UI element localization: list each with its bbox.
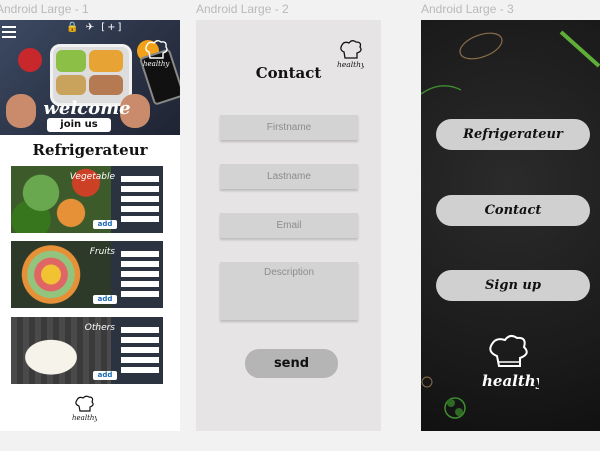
item-lines (121, 327, 159, 377)
add-button[interactable]: add (93, 220, 117, 229)
healthy-logo-icon: healthy (482, 334, 539, 390)
logo-text: healthy (482, 372, 539, 390)
status-icons: 🔒 ✈ [+] (66, 22, 124, 33)
apple-image (18, 48, 42, 72)
healthy-logo-icon: healthy (72, 395, 97, 422)
category-card-fruits[interactable]: Fruits add (11, 241, 163, 308)
menu-icon[interactable] (2, 26, 16, 41)
frame-android-large-3: Refrigerateur Contact Sign up healthy (421, 20, 600, 431)
frame-title-3: Android Large - 3 (421, 2, 514, 16)
lastname-field[interactable]: Lastname (220, 164, 358, 189)
frame-android-large-2: healthy Contact Firstname Lastname Email… (196, 20, 381, 431)
join-us-button[interactable]: join us (47, 118, 111, 132)
frame-title-1: Android Large - 1 (0, 2, 89, 16)
welcome-text: welcome (43, 98, 131, 119)
description-field[interactable]: Description (220, 262, 358, 320)
left-hand-image (6, 94, 36, 128)
food-plate-image (50, 44, 132, 106)
sign-up-button[interactable]: Sign up (436, 270, 590, 301)
firstname-field[interactable]: Firstname (220, 115, 358, 140)
card-label: Others (84, 323, 115, 333)
send-button[interactable]: send (245, 349, 338, 378)
category-card-vegetable[interactable]: Vegetable add (11, 166, 163, 233)
page-title: Contact (255, 64, 322, 82)
frame-android-large-1: 🔒 ✈ [+] healthy welcome join us Refriger… (0, 20, 180, 431)
add-button[interactable]: add (93, 295, 117, 304)
add-button[interactable]: add (93, 371, 117, 380)
logo-text: healthy (72, 414, 97, 422)
refrigerateur-button[interactable]: Refrigerateur (436, 119, 590, 150)
contact-button[interactable]: Contact (436, 195, 590, 226)
card-label: Fruits (89, 247, 115, 257)
item-lines (121, 176, 159, 226)
category-card-others[interactable]: Others add (11, 317, 163, 384)
hero-banner: 🔒 ✈ [+] healthy welcome join us (0, 20, 180, 135)
frame-title-2: Android Large - 2 (196, 2, 289, 16)
item-lines (121, 251, 159, 301)
chef-hat-icon: healthy (143, 40, 170, 68)
svg-text:healthy: healthy (143, 60, 170, 68)
card-label: Vegetable (69, 172, 115, 182)
email-field[interactable]: Email (220, 213, 358, 238)
page-title: Refrigerateur (32, 141, 148, 159)
